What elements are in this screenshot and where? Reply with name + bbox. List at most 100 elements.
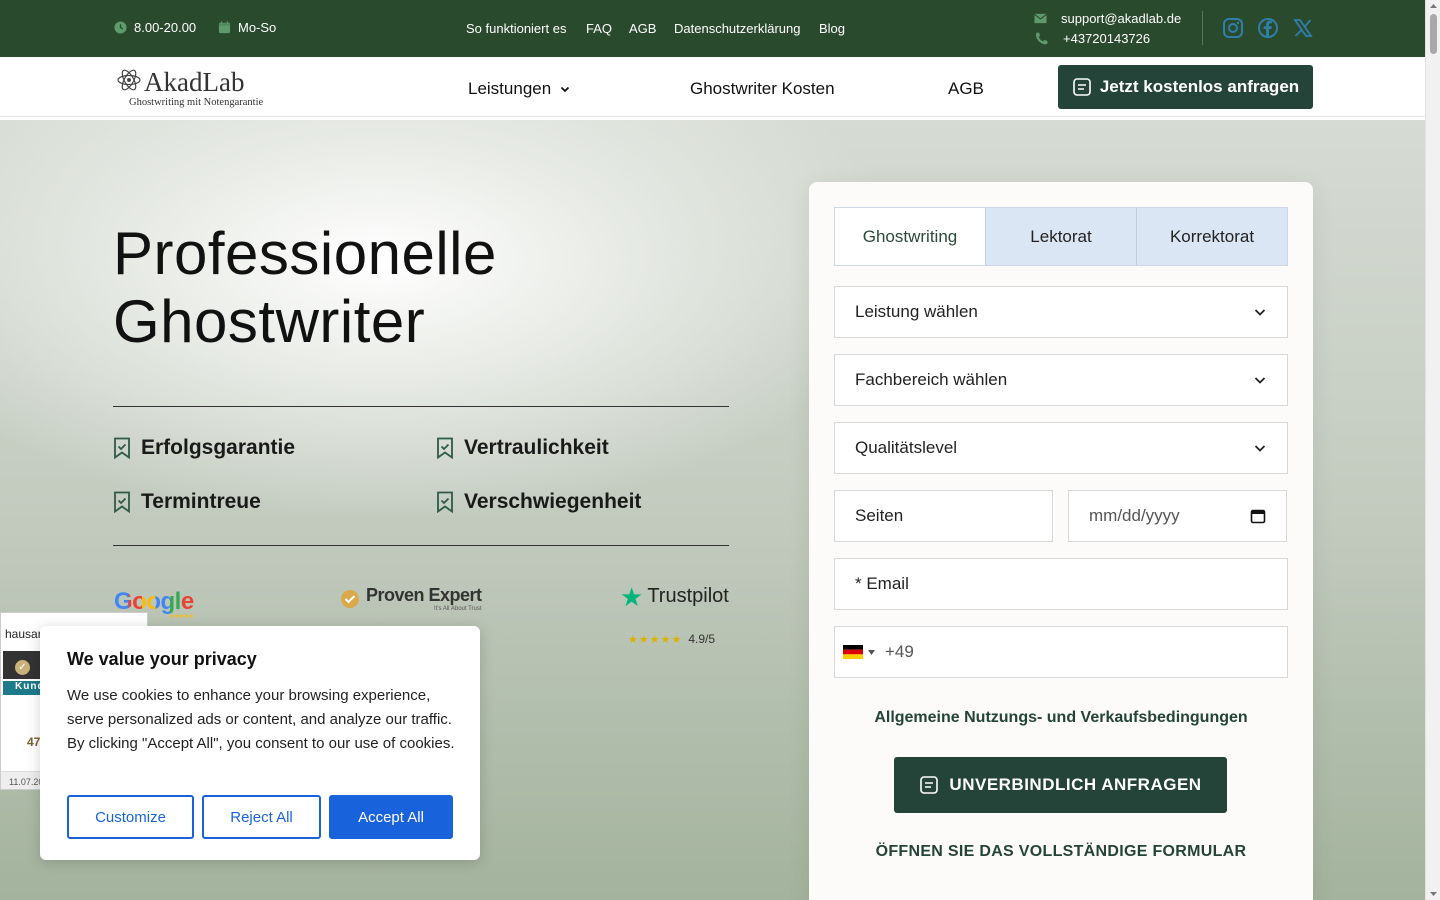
chevron-down-icon <box>1254 377 1266 384</box>
caret-down-icon <box>868 649 875 655</box>
nav-kosten-label: Ghostwriter Kosten <box>690 79 835 98</box>
accept-all-button[interactable]: Accept All <box>329 795 453 839</box>
nav-ghostwriter-kosten[interactable]: Ghostwriter Kosten <box>690 79 835 99</box>
trustpilot-wordmark: Trustpilot <box>647 585 729 607</box>
trustpilot-logo[interactable]: ★ Trustpilot <box>620 581 729 612</box>
atom-logo-icon <box>117 69 141 91</box>
germany-flag-icon <box>843 645 863 659</box>
rating-stars-icon: ★★★★★ <box>628 633 683 646</box>
header-cta-button[interactable]: Jetzt kostenlos anfragen <box>1058 65 1313 109</box>
logo-name: AkadLab <box>144 67 245 97</box>
link-privacy[interactable]: Datenschutzerklärung <box>674 21 800 36</box>
link-agb-top[interactable]: AGB <box>629 21 656 36</box>
deadline-date-input[interactable]: mm/dd/yyyy <box>1068 490 1287 542</box>
widget-date: 11.07.20 <box>9 777 44 787</box>
open-full-form-link[interactable]: ÖFFNEN SIE DAS VOLLSTÄNDIGE FORMULAR <box>809 843 1313 861</box>
chevron-down-icon <box>561 86 570 93</box>
divider-top <box>113 406 729 407</box>
cookie-title: We value your privacy <box>67 649 257 669</box>
email-field[interactable]: * Email <box>834 558 1288 610</box>
tab-korrektorat[interactable]: Korrektorat <box>1136 208 1287 265</box>
bookmark-check-icon <box>114 437 130 459</box>
trustpilot-star-icon: ★ <box>620 581 644 612</box>
subject-select[interactable]: Fachbereich wählen <box>834 354 1288 406</box>
main-header: AkadLab Ghostwriting mit Notengarantie L… <box>0 57 1425 117</box>
opening-hours: 8.00-20.00 <box>114 20 196 35</box>
subject-select-value: Fachbereich wählen <box>855 370 1008 389</box>
phone-text[interactable]: +43720143726 <box>1063 31 1150 46</box>
facebook-icon[interactable] <box>1258 18 1278 38</box>
scroll-up-arrow-icon[interactable] <box>1426 0 1440 12</box>
service-tabs: Ghostwriting Lektorat Korrektorat <box>834 207 1288 266</box>
proven-tagline: It's All About Trust <box>434 606 482 612</box>
header-cta-label: Jetzt kostenlos anfragen <box>1099 77 1300 96</box>
chevron-down-icon <box>1254 309 1266 316</box>
trustpilot-rating: ★★★★★ 4.9/5 <box>628 632 715 646</box>
hours-text: 8.00-20.00 <box>134 20 197 35</box>
top-bar: 8.00-20.00 Mo-So So funktioniert es FAQ … <box>0 0 1425 57</box>
feature-verschwiegenheit: Verschwiegenheit <box>436 490 641 514</box>
widget-score: 47 <box>27 735 41 749</box>
feature-label: Verschwiegenheit <box>464 490 642 513</box>
service-select[interactable]: Leistung wählen <box>834 286 1288 338</box>
calendar-icon <box>218 21 231 34</box>
badge-check-icon: ✓ <box>15 660 30 675</box>
contact-phone[interactable]: +43720143726 <box>1034 31 1150 46</box>
hero-title: Professionelle Ghostwriter <box>113 220 497 356</box>
nav-agb[interactable]: AGB <box>948 79 984 99</box>
request-form-card: Ghostwriting Lektorat Korrektorat Leistu… <box>809 182 1313 900</box>
quality-select-value: Qualitätslevel <box>855 438 958 457</box>
phone-prefix: +49 <box>885 642 914 661</box>
clock-icon <box>114 21 127 34</box>
cookie-text: We use cookies to enhance your browsing … <box>67 687 455 752</box>
hero-title-line1: Professionelle <box>113 220 497 287</box>
proven-check-icon <box>341 589 359 608</box>
proven-expert-logo[interactable]: Proven Expert It's All About Trust <box>340 585 482 612</box>
x-icon[interactable] <box>1293 18 1313 38</box>
scroll-down-arrow-icon[interactable] <box>1426 888 1440 900</box>
chevron-down-icon <box>1254 445 1266 452</box>
bookmark-check-icon <box>114 491 130 513</box>
feature-label: Vertraulichkeit <box>464 436 609 459</box>
submit-label: UNVERBINDLICH ANFRAGEN <box>949 775 1202 794</box>
feature-label: Erfolgsgarantie <box>141 436 296 459</box>
proven-wordmark: Proven Expert <box>366 585 482 605</box>
tab-lektorat[interactable]: Lektorat <box>985 208 1136 265</box>
date-placeholder: mm/dd/yyyy <box>1089 506 1180 525</box>
opening-days: Mo-So <box>218 20 276 35</box>
phone-field[interactable]: +49 <box>834 626 1288 678</box>
page-scrollbar[interactable] <box>1425 0 1440 900</box>
pages-input[interactable]: Seiten <box>834 490 1053 542</box>
terms-link[interactable]: Allgemeine Nutzungs- und Verkaufsbedingu… <box>809 709 1313 727</box>
days-text: Mo-So <box>238 20 277 35</box>
nav-leistungen-label: Leistungen <box>468 79 552 98</box>
cookie-consent-dialog: We value your privacy We use cookies to … <box>40 626 480 860</box>
divider-bottom <box>113 545 729 546</box>
instagram-icon[interactable] <box>1223 18 1243 38</box>
link-blog[interactable]: Blog <box>819 21 845 36</box>
hero-title-line2: Ghostwriter <box>113 288 426 355</box>
feature-erfolgsgarantie: Erfolgsgarantie <box>113 436 295 460</box>
widget-header: hausar <box>5 627 42 641</box>
form-icon <box>1073 78 1091 96</box>
google-wordmark: Google <box>114 588 194 615</box>
contact-email[interactable]: support@akadlab.de <box>1034 11 1181 26</box>
country-select[interactable] <box>843 645 875 659</box>
link-faq[interactable]: FAQ <box>586 21 612 36</box>
reject-all-button[interactable]: Reject All <box>202 795 321 839</box>
logo-tagline: Ghostwriting mit Notengarantie <box>129 97 264 108</box>
tab-ghostwriting[interactable]: Ghostwriting <box>835 208 985 265</box>
quality-select[interactable]: Qualitätslevel <box>834 422 1288 474</box>
topbar-divider <box>1202 11 1203 45</box>
calendar-icon[interactable] <box>1250 508 1266 524</box>
form-icon <box>920 776 939 794</box>
email-text[interactable]: support@akadlab.de <box>1061 11 1181 26</box>
bookmark-check-icon <box>437 437 453 459</box>
rating-value: 4.9/5 <box>688 632 716 646</box>
submit-request-button[interactable]: UNVERBINDLICH ANFRAGEN <box>894 757 1227 813</box>
nav-agb-label: AGB <box>948 79 984 98</box>
nav-leistungen[interactable]: Leistungen <box>468 79 571 99</box>
customize-button[interactable]: Customize <box>67 795 194 839</box>
link-how-it-works[interactable]: So funktioniert es <box>466 21 566 36</box>
scrollbar-thumb[interactable] <box>1430 14 1437 54</box>
